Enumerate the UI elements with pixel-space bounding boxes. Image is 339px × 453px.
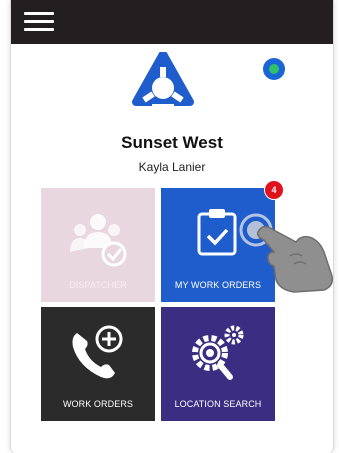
notification-count-badge: 4	[264, 180, 284, 200]
pointing-hand-icon	[239, 213, 334, 293]
clock-icon[interactable]	[263, 58, 285, 80]
company-name: Sunset West	[121, 133, 223, 152]
top-bar	[11, 0, 333, 44]
tile-label: WORK ORDERS	[62, 399, 134, 409]
company-logo	[132, 52, 194, 108]
hamburger-menu-icon[interactable]	[24, 12, 54, 32]
tile-label: DISPATCHER	[69, 280, 127, 290]
tile-location-search[interactable]: LOCATION SEARCH	[161, 307, 275, 421]
user-name: Kayla Lanier	[138, 160, 206, 174]
tile-label: LOCATION SEARCH	[174, 399, 262, 409]
users-check-icon	[70, 214, 127, 267]
tile-work-orders[interactable]: WORK ORDERS	[41, 307, 155, 421]
tile-dispatcher[interactable]: DISPATCHER	[41, 188, 155, 302]
phone-plus-icon	[72, 325, 123, 379]
gears-search-icon	[192, 325, 244, 380]
